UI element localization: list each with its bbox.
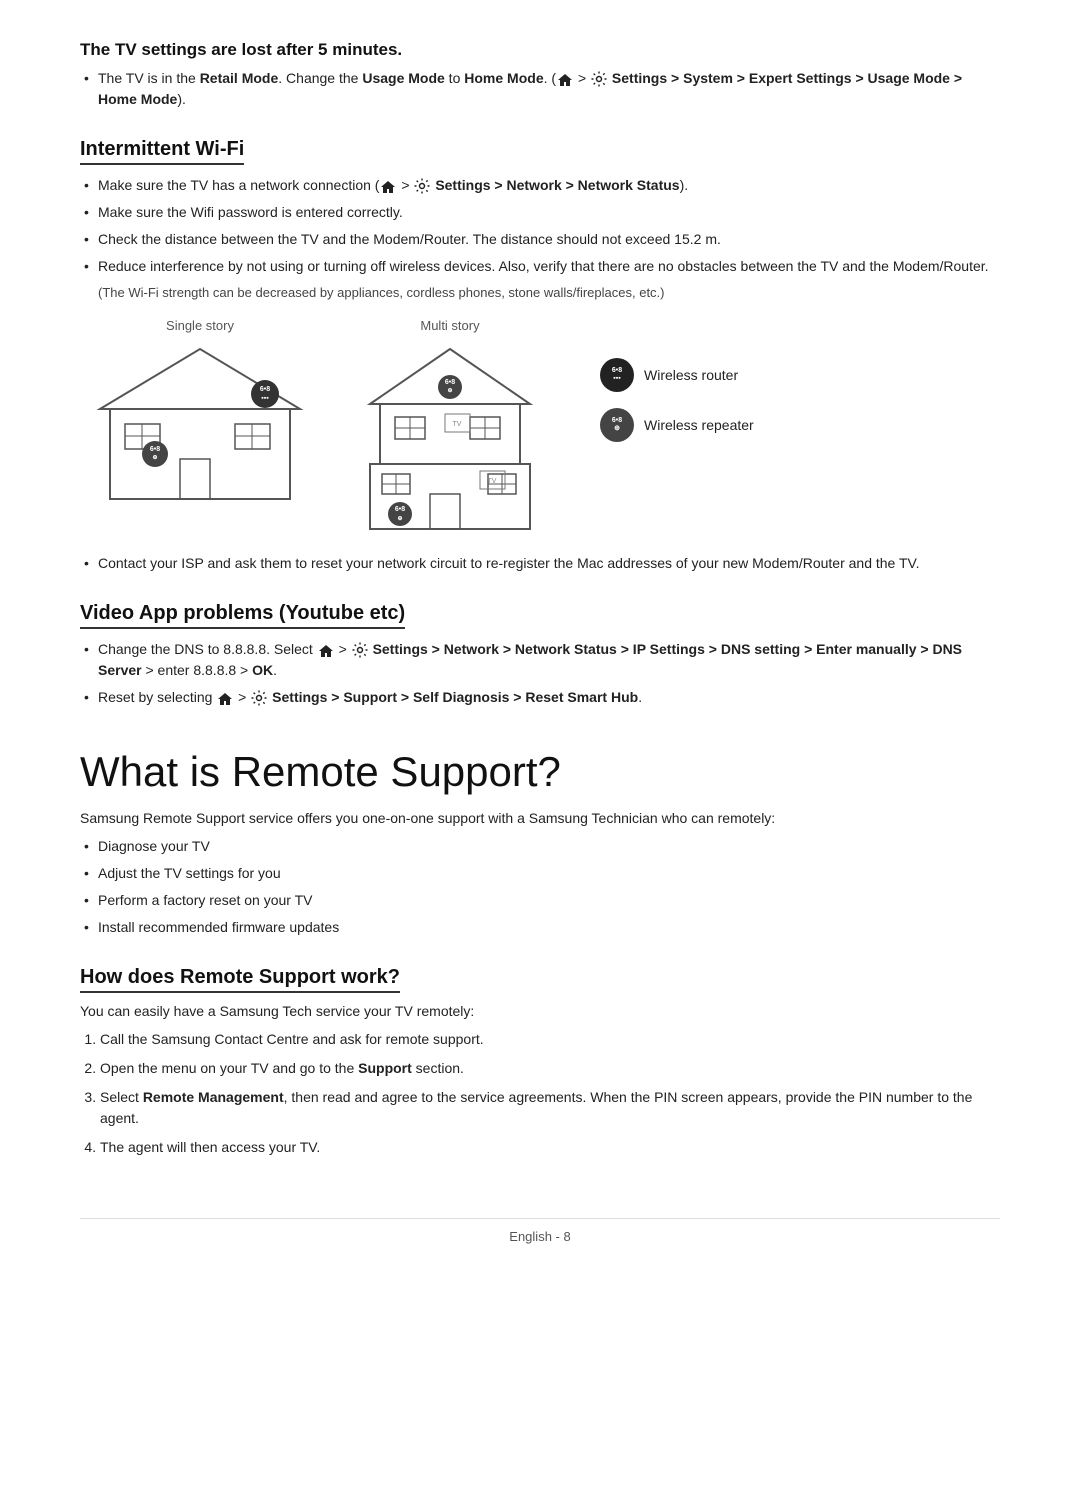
wifi-title: Intermittent Wi-Fi — [80, 138, 244, 165]
legend-repeater-label: Wireless repeater — [644, 417, 754, 433]
svg-text:⊕: ⊕ — [397, 516, 402, 522]
dns-path: Settings > Network > Network Status > IP… — [98, 641, 962, 678]
how-remote-support-intro: You can easily have a Samsung Tech servi… — [80, 1003, 1000, 1019]
svg-text:⊕: ⊕ — [447, 388, 452, 394]
page-footer: English - 8 — [80, 1218, 1000, 1244]
wifi-note: (The Wi-Fi strength can be decreased by … — [98, 285, 1000, 300]
rs-bullet-4: Install recommended firmware updates — [80, 917, 1000, 938]
step-3: Select Remote Management, then read and … — [100, 1087, 1000, 1129]
how-remote-support-section: How does Remote Support work? You can ea… — [80, 966, 1000, 1158]
remote-support-section: What is Remote Support? Samsung Remote S… — [80, 748, 1000, 938]
remote-management-text: Remote Management — [143, 1089, 284, 1105]
single-story-label: Single story — [166, 318, 234, 333]
video-app-bullet-2: Reset by selecting > Settings > Support … — [80, 687, 1000, 708]
footer-text: English - 8 — [509, 1229, 570, 1244]
settings-icon-4 — [251, 690, 267, 706]
tv-settings-bullets: The TV is in the Retail Mode. Change the… — [80, 68, 1000, 110]
settings-icon-3 — [352, 642, 368, 658]
rs-bullet-3: Perform a factory reset on your TV — [80, 890, 1000, 911]
ok-text: OK — [252, 662, 273, 678]
how-remote-support-steps: Call the Samsung Contact Centre and ask … — [80, 1029, 1000, 1158]
svg-text:6•8: 6•8 — [395, 506, 405, 513]
wifi-bullet-3: Check the distance between the TV and th… — [80, 229, 1000, 250]
usage-mode-text: Usage Mode — [362, 70, 444, 86]
step-1: Call the Samsung Contact Centre and ask … — [100, 1029, 1000, 1050]
legend-router-icon: 6•8▪▪▪ — [600, 358, 634, 392]
single-story-col: Single story 6•8 ▪▪▪ — [80, 318, 320, 509]
svg-text:6•8: 6•8 — [150, 446, 160, 453]
multi-story-col: Multi story — [340, 318, 560, 539]
video-app-title: Video App problems (Youtube etc) — [80, 602, 405, 629]
settings-icon — [591, 71, 607, 87]
remote-support-title: What is Remote Support? — [80, 748, 1000, 796]
diagram-row: Single story 6•8 ▪▪▪ — [80, 318, 1000, 539]
support-text: Support — [358, 1060, 412, 1076]
legend-router-label: Wireless router — [644, 367, 738, 383]
single-story-diagram: 6•8 ▪▪▪ 6•8 ⊕ — [80, 339, 320, 509]
remote-support-bullets: Diagnose your TV Adjust the TV settings … — [80, 836, 1000, 938]
tv-settings-bullet-1: The TV is in the Retail Mode. Change the… — [80, 68, 1000, 110]
video-app-bullets: Change the DNS to 8.8.8.8. Select > Sett… — [80, 639, 1000, 708]
reset-smart-hub-path: Settings > Support > Self Diagnosis > Re… — [272, 689, 638, 705]
home-mode-text: Home Mode — [464, 70, 543, 86]
video-app-section: Video App problems (Youtube etc) Change … — [80, 602, 1000, 708]
remote-support-intro: Samsung Remote Support service offers yo… — [80, 810, 1000, 826]
svg-text:TV: TV — [453, 421, 462, 428]
multi-story-label: Multi story — [420, 318, 479, 333]
tv-settings-section: The TV settings are lost after 5 minutes… — [80, 40, 1000, 110]
svg-text:6•8: 6•8 — [445, 379, 455, 386]
multi-story-diagram: TV TV 6•8 ⊕ 6•8 ⊕ — [340, 339, 560, 539]
tv-settings-title: The TV settings are lost after 5 minutes… — [80, 40, 1000, 60]
wifi-bullets: Make sure the TV has a network connectio… — [80, 175, 1000, 277]
how-remote-support-title: How does Remote Support work? — [80, 966, 400, 993]
step-4: The agent will then access your TV. — [100, 1137, 1000, 1158]
svg-text:6•8: 6•8 — [260, 386, 270, 393]
wifi-contact-bullet-item: Contact your ISP and ask them to reset y… — [80, 553, 1000, 574]
rs-bullet-1: Diagnose your TV — [80, 836, 1000, 857]
home-icon-3 — [318, 643, 334, 657]
wifi-section: Intermittent Wi-Fi Make sure the TV has … — [80, 138, 1000, 574]
wifi-bullet-4: Reduce interference by not using or turn… — [80, 256, 1000, 277]
legend-col: 6•8▪▪▪ Wireless router 6•8⊕ Wireless rep… — [600, 358, 754, 442]
step-2: Open the menu on your TV and go to the S… — [100, 1058, 1000, 1079]
legend-router: 6•8▪▪▪ Wireless router — [600, 358, 754, 392]
home-icon-4 — [217, 691, 233, 705]
svg-text:⊕: ⊕ — [152, 455, 157, 461]
svg-text:TV: TV — [488, 478, 497, 485]
settings-icon-2 — [414, 178, 430, 194]
home-icon-2 — [380, 179, 396, 193]
video-app-bullet-1: Change the DNS to 8.8.8.8. Select > Sett… — [80, 639, 1000, 681]
svg-text:▪▪▪: ▪▪▪ — [261, 395, 269, 402]
retail-mode-text: Retail Mode — [200, 70, 279, 86]
home-icon — [557, 72, 573, 86]
wifi-bullet-1: Make sure the TV has a network connectio… — [80, 175, 1000, 196]
legend-repeater: 6•8⊕ Wireless repeater — [600, 408, 754, 442]
network-status-path: Settings > Network > Network Status — [435, 177, 679, 193]
rs-bullet-2: Adjust the TV settings for you — [80, 863, 1000, 884]
wifi-contact-bullet: Contact your ISP and ask them to reset y… — [80, 553, 1000, 574]
legend-repeater-icon: 6•8⊕ — [600, 408, 634, 442]
wifi-bullet-2: Make sure the Wifi password is entered c… — [80, 202, 1000, 223]
